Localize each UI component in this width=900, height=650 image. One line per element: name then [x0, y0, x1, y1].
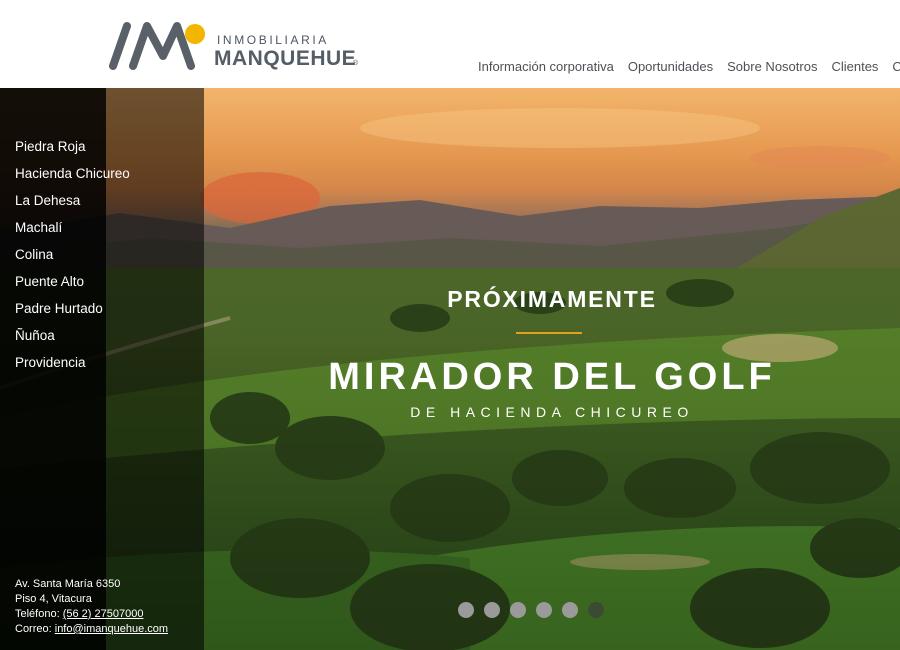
nav-item-oportunidades[interactable]: Oportunidades: [628, 59, 713, 74]
logo-mark-icon: [109, 22, 205, 70]
nav-item-informacion-corporativa[interactable]: Información corporativa: [478, 59, 614, 74]
location-item-providencia[interactable]: Providencia: [15, 354, 130, 381]
hero-pre-title: PRÓXIMAMENTE: [447, 286, 657, 312]
address-line-1: Av. Santa María 6350: [15, 578, 121, 590]
location-item-hacienda-chicureo[interactable]: Hacienda Chicureo: [15, 165, 130, 192]
location-item-machali[interactable]: Machalí: [15, 219, 130, 246]
slider-dot-3[interactable]: [510, 602, 526, 618]
address-line-2: Piso 4, Vitacura: [15, 593, 92, 605]
main-nav: Información corporativa Oportunidades So…: [478, 59, 900, 74]
location-menu: Piedra Roja Hacienda Chicureo La Dehesa …: [15, 138, 130, 381]
brand-name-main: MANQUEHUE: [214, 47, 357, 70]
location-item-colina[interactable]: Colina: [15, 246, 130, 273]
slider-pagination: [458, 602, 604, 618]
hero-title: MIRADOR DEL GOLF: [328, 356, 776, 398]
phone-row: Teléfono: (56 2) 27507000: [15, 607, 168, 622]
brand-logo[interactable]: INMOBILIARIA MANQUEHUE ®: [105, 20, 365, 72]
nav-item-clientes[interactable]: Clientes: [831, 59, 878, 74]
phone-label: Teléfono:: [15, 608, 60, 620]
nav-item-contacto[interactable]: Co: [892, 59, 900, 74]
nav-item-sobre-nosotros[interactable]: Sobre Nosotros: [727, 59, 817, 74]
hero-subtitle: DE HACIENDA CHICUREO: [410, 404, 694, 420]
contact-block: Av. Santa María 6350 Piso 4, Vitacura Te…: [15, 577, 168, 637]
hero-title-divider: [516, 332, 582, 334]
site-header: INMOBILIARIA MANQUEHUE ® Información cor…: [0, 0, 900, 88]
location-item-piedra-roja[interactable]: Piedra Roja: [15, 138, 130, 165]
registered-mark: ®: [353, 60, 359, 67]
location-item-la-dehesa[interactable]: La Dehesa: [15, 192, 130, 219]
location-item-padre-hurtado[interactable]: Padre Hurtado: [15, 300, 130, 327]
slider-dot-5[interactable]: [562, 602, 578, 618]
location-item-nunoa[interactable]: Ñuñoa: [15, 327, 130, 354]
slider-dot-6[interactable]: [588, 602, 604, 618]
phone-link[interactable]: (56 2) 27507000: [63, 608, 144, 620]
email-row: Correo: info@imanquehue.com: [15, 622, 168, 637]
hero-slider: Piedra Roja Hacienda Chicureo La Dehesa …: [0, 88, 900, 650]
location-item-puente-alto[interactable]: Puente Alto: [15, 273, 130, 300]
email-label: Correo:: [15, 623, 52, 635]
email-link[interactable]: info@imanquehue.com: [55, 623, 168, 635]
brand-name-top: INMOBILIARIA: [217, 33, 329, 47]
slider-dot-4[interactable]: [536, 602, 552, 618]
slider-dot-1[interactable]: [458, 602, 474, 618]
slider-dot-2[interactable]: [484, 602, 500, 618]
